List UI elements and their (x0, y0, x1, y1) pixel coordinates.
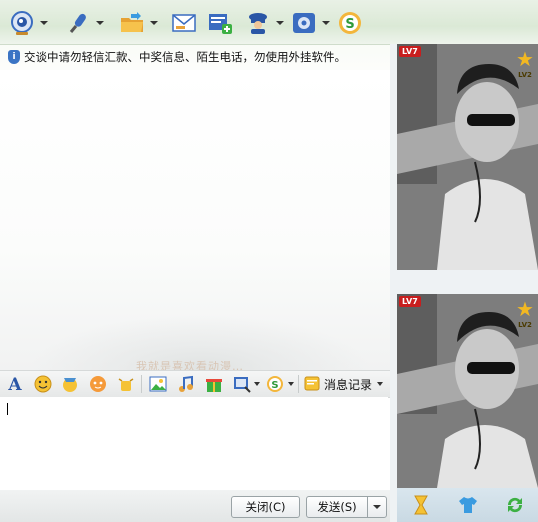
chevron-down-icon[interactable] (254, 382, 260, 386)
safety-notice: i 交谈中请勿轻信汇款、中奖信息、陌生电话，勿使用外挂软件。 (8, 48, 346, 66)
edit-toolbar: A S 消息记录 (0, 370, 390, 398)
message-history-button[interactable]: 消息记录 (304, 375, 384, 393)
my-photo[interactable]: LV7 ★ LV2 (397, 294, 538, 488)
soso-button[interactable]: S (336, 8, 364, 38)
message-input[interactable] (0, 397, 388, 489)
video-call-button[interactable] (8, 8, 48, 38)
level-badge: LV7 (399, 296, 421, 307)
create-group-button[interactable] (206, 8, 234, 38)
chevron-down-icon (373, 505, 381, 509)
send-mail-button[interactable] (170, 8, 198, 38)
svg-text:A: A (7, 375, 22, 393)
chevron-down-icon[interactable] (288, 382, 294, 386)
folder-icon (118, 9, 146, 37)
profile-panel: LV7 ★ LV2 LV7 ★ LV2 (390, 44, 538, 522)
star-level-icon: ★ LV2 (514, 48, 536, 79)
toolbar-divider (298, 375, 299, 393)
send-file-button[interactable] (118, 8, 158, 38)
email-icon (170, 9, 198, 37)
star-level-label: LV2 (518, 321, 532, 329)
bottom-bar: 关闭(C) 发送(S) (0, 490, 390, 522)
shake-icon[interactable] (117, 375, 135, 393)
settings-icon (290, 9, 318, 37)
star-level-icon: ★ LV2 (514, 298, 536, 329)
soso-icon: S (336, 9, 364, 37)
message-history-label: 消息记录 (324, 377, 373, 392)
voice-call-button[interactable] (64, 8, 104, 38)
toolbar-divider (141, 375, 142, 393)
contact-photo[interactable]: LV7 ★ LV2 (397, 44, 538, 270)
chevron-down-icon[interactable] (150, 21, 158, 25)
chevron-down-icon[interactable] (377, 382, 384, 386)
microphone-icon (64, 9, 92, 37)
close-button[interactable]: 关闭(C) (231, 496, 300, 518)
chat-window: S i 交谈中请勿轻信汇款、中奖信息、陌生电话，勿使用外挂软件。 我就是喜欢看动… (0, 0, 538, 522)
screenshot-icon[interactable] (233, 375, 251, 393)
webcam-icon (8, 9, 36, 37)
font-icon[interactable]: A (6, 375, 24, 395)
info-shield-icon: i (8, 50, 20, 64)
emoji-icon[interactable] (34, 375, 52, 393)
hourglass-icon[interactable] (410, 494, 432, 516)
chevron-down-icon[interactable] (276, 21, 284, 25)
refresh-icon[interactable] (504, 494, 526, 516)
history-icon (304, 376, 320, 391)
text-caret (7, 403, 8, 415)
shirt-icon[interactable] (457, 494, 479, 516)
chevron-down-icon[interactable] (96, 21, 104, 25)
shield-contact-icon (244, 9, 272, 37)
magic-emoji-icon[interactable] (61, 375, 79, 393)
top-toolbar: S (0, 0, 538, 45)
security-button[interactable] (244, 8, 284, 38)
send-button[interactable]: 发送(S) (306, 496, 368, 518)
level-badge: LV7 (399, 46, 421, 57)
chevron-down-icon[interactable] (40, 21, 48, 25)
gift-icon[interactable] (205, 375, 223, 393)
show-toolbar (397, 488, 538, 522)
sticker-icon[interactable] (89, 375, 107, 393)
svg-text:S: S (271, 380, 278, 391)
svg-text:S: S (345, 17, 354, 32)
star-level-label: LV2 (518, 71, 532, 79)
chevron-down-icon[interactable] (322, 21, 330, 25)
app-settings-button[interactable] (290, 8, 330, 38)
image-icon[interactable] (149, 375, 167, 393)
music-icon[interactable] (177, 375, 195, 393)
soso-search-icon[interactable]: S (266, 375, 284, 393)
send-options-button[interactable] (367, 496, 387, 518)
notice-text: 交谈中请勿轻信汇款、中奖信息、陌生电话，勿使用外挂软件。 (24, 50, 346, 64)
add-contact-icon (206, 9, 234, 37)
message-history[interactable]: 我就是喜欢看动漫… (0, 70, 390, 373)
